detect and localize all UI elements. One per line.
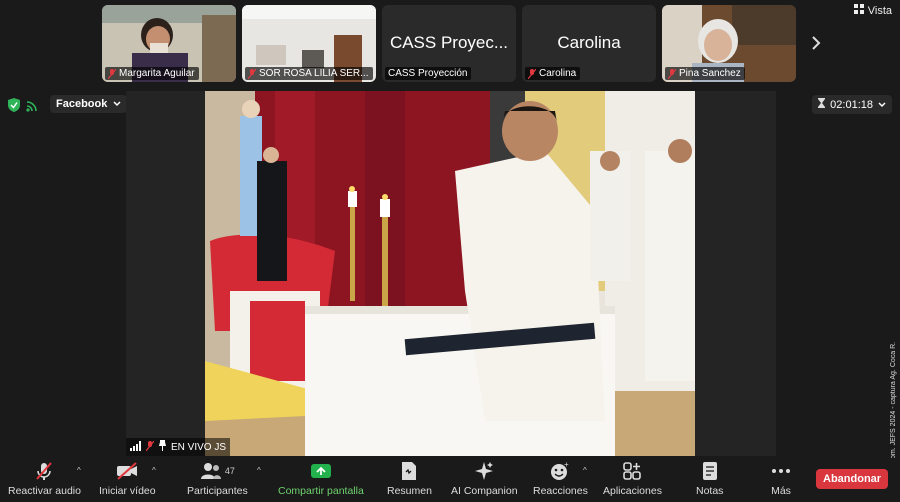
summary-button[interactable]: Resumen — [387, 460, 432, 497]
unmute-button[interactable]: Reactivar audio — [8, 460, 81, 497]
meeting-timer[interactable]: 02:01:18 — [812, 95, 892, 114]
participants-button[interactable]: 47 Participantes — [187, 460, 248, 497]
pin-icon — [158, 440, 167, 454]
shield-check-icon[interactable] — [8, 98, 20, 117]
chevron-up-icon[interactable]: ^ — [257, 466, 261, 475]
mic-muted-icon — [528, 68, 536, 79]
notes-button[interactable]: Notas — [696, 460, 723, 497]
chevron-down-icon — [878, 99, 886, 111]
chevron-up-icon[interactable]: ^ — [152, 466, 156, 475]
summary-icon — [401, 460, 417, 482]
signal-icon[interactable] — [26, 99, 38, 117]
notes-icon — [702, 460, 718, 482]
mic-muted-icon — [668, 68, 676, 79]
ai-companion-icon — [474, 460, 494, 482]
mic-muted-icon — [108, 68, 116, 79]
reactions-button[interactable]: + Reacciones — [533, 460, 588, 497]
participant-name-tag: Pina Sanchez — [665, 67, 745, 80]
participant-name-tag: Carolina — [525, 67, 581, 80]
participant-tile[interactable]: Margarita Aguilar — [102, 5, 236, 82]
live-indicator: EN VIVO JS — [126, 438, 231, 456]
mic-muted-icon — [145, 440, 155, 454]
livestream-dropdown[interactable]: Facebook — [50, 95, 128, 113]
leave-button[interactable]: Abandonar — [816, 469, 889, 489]
grid-view-icon — [853, 4, 864, 17]
chevron-down-icon — [113, 98, 121, 110]
mic-muted-icon — [34, 460, 54, 482]
view-button[interactable]: Vista — [853, 4, 892, 17]
apps-icon — [622, 460, 642, 482]
mass-scene-image — [205, 91, 695, 456]
svg-text:+: + — [564, 461, 569, 469]
apps-button[interactable]: Aplicaciones — [603, 460, 662, 497]
mic-muted-icon — [248, 68, 256, 79]
chevron-right-icon[interactable] — [806, 30, 826, 56]
hourglass-icon — [818, 98, 826, 111]
meeting-status — [8, 98, 38, 117]
participant-tile[interactable]: CASS Proyec... CASS Proyección — [382, 5, 516, 82]
start-video-button[interactable]: Iniciar vídeo — [99, 460, 156, 497]
participants-icon: 47 — [200, 460, 235, 482]
signal-bars-icon — [130, 440, 142, 454]
participant-display-name: CASS Proyec... — [389, 33, 509, 52]
chevron-up-icon[interactable]: ^ — [583, 466, 587, 475]
participant-name-tag: SOR ROSA LILIA SER... — [245, 67, 373, 80]
meeting-toolbar: Reactivar audio ^ Iniciar vídeo ^ 47 Par… — [0, 458, 900, 502]
share-screen-button[interactable]: Compartir pantalla — [278, 460, 364, 497]
participant-count: 47 — [224, 466, 235, 476]
participant-name-tag: Margarita Aguilar — [105, 67, 199, 80]
more-icon — [771, 460, 791, 482]
participant-tile[interactable]: SOR ROSA LILIA SER... — [242, 5, 376, 82]
chevron-up-icon[interactable]: ^ — [77, 466, 81, 475]
participant-tile[interactable]: Pina Sanchez — [662, 5, 796, 82]
ai-companion-button[interactable]: AI Companion — [451, 460, 518, 497]
speaker-video[interactable] — [205, 91, 695, 456]
participant-name-tag: CASS Proyección — [385, 67, 472, 80]
reactions-icon: + — [550, 460, 570, 482]
camera-off-icon — [116, 460, 138, 482]
share-screen-icon — [310, 460, 332, 482]
participant-display-name: Carolina — [557, 33, 621, 52]
participant-tile[interactable]: Carolina Carolina — [522, 5, 656, 82]
more-button[interactable]: Más — [771, 460, 791, 497]
